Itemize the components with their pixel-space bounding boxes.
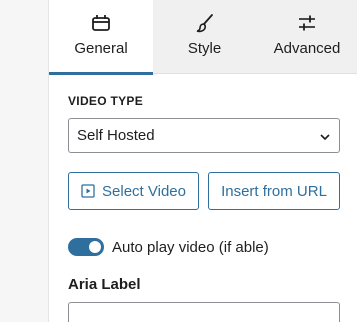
tab-advanced-label: Advanced: [273, 40, 341, 57]
insert-from-url-label: Insert from URL: [221, 182, 327, 200]
aria-label-heading: Aria Label: [68, 276, 141, 293]
select-video-button[interactable]: Select Video: [68, 172, 199, 210]
aria-label-input[interactable]: [68, 302, 340, 322]
video-icon: [81, 184, 95, 198]
toggle-knob: [89, 241, 101, 253]
autoplay-row: Auto play video (if able): [68, 237, 269, 257]
brush-icon: [194, 12, 216, 34]
tab-general-label: General: [74, 40, 128, 57]
sliders-icon: [296, 12, 318, 34]
calendar-icon: [90, 12, 112, 34]
tab-advanced[interactable]: Advanced: [256, 0, 357, 74]
video-type-select[interactable]: Self Hosted: [68, 118, 340, 153]
tab-general[interactable]: General: [49, 0, 153, 75]
insert-from-url-button[interactable]: Insert from URL: [208, 172, 340, 210]
video-type-value: Self Hosted: [77, 127, 155, 144]
select-video-label: Select Video: [102, 182, 186, 200]
block-settings-panel: General Style Advanced VIDEO TYPE Self H…: [48, 0, 357, 322]
autoplay-label: Auto play video (if able): [112, 238, 269, 256]
left-sidebar-edge: [0, 0, 48, 322]
chevron-down-icon: [319, 130, 331, 142]
tab-style[interactable]: Style: [153, 0, 256, 74]
tab-bar: General Style Advanced: [49, 0, 357, 75]
autoplay-toggle[interactable]: [68, 238, 104, 256]
tab-style-label: Style: [187, 40, 222, 57]
video-type-heading: VIDEO TYPE: [68, 94, 144, 108]
